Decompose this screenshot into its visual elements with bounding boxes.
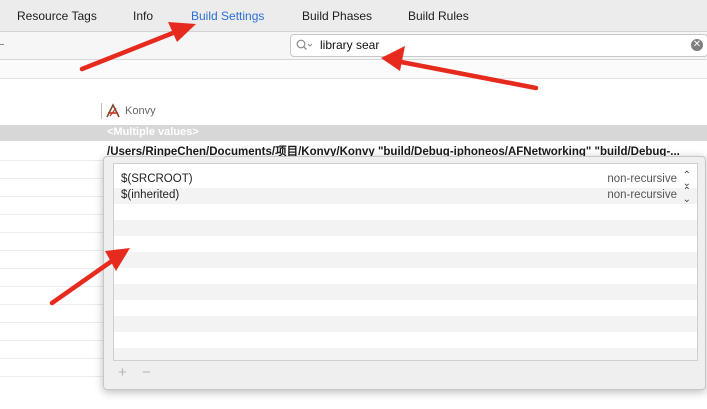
stepper-arrows-icon[interactable]: ⌃ ⌄: [683, 187, 691, 205]
table-row: [114, 220, 697, 236]
recursion-select[interactable]: non-recursive: [607, 189, 677, 201]
divider: [0, 178, 105, 179]
divider: [0, 304, 105, 305]
setting-summary-value: <Multiple values>: [107, 126, 199, 138]
divider: [0, 160, 105, 161]
recursion-select[interactable]: non-recursive: [607, 173, 677, 185]
table-row: [114, 204, 697, 220]
table-row: [114, 284, 697, 300]
table-row[interactable]: $(SRCROOT) non-recursive ⌃ ⌄: [114, 171, 697, 189]
divider: [0, 250, 105, 251]
table-row: [114, 348, 697, 360]
tab-build-phases[interactable]: Build Phases: [302, 9, 372, 23]
tab-build-rules[interactable]: Build Rules: [408, 9, 469, 23]
table-row[interactable]: $(inherited) non-recursive ⌃ ⌄: [114, 187, 697, 205]
divider: [0, 286, 105, 287]
table-row: [114, 268, 697, 284]
table-row: [114, 252, 697, 268]
clear-search-icon[interactable]: ✕: [691, 39, 703, 51]
divider: [0, 268, 105, 269]
divider: [101, 103, 102, 119]
tab-info[interactable]: Info: [133, 9, 153, 23]
target-name: Konvy: [125, 105, 156, 117]
table-row: [114, 236, 697, 252]
divider: [0, 232, 105, 233]
search-field[interactable]: library sear ✕: [290, 34, 707, 57]
tab-resource-tags[interactable]: Resource Tags: [17, 9, 97, 23]
path-value[interactable]: $(SRCROOT): [121, 173, 193, 185]
divider: [0, 44, 4, 45]
app-target-icon: [106, 103, 120, 118]
remove-button[interactable]: −: [142, 364, 151, 381]
search-paths-popover: $(SRCROOT) non-recursive ⌃ ⌄ $(inherited)…: [103, 156, 706, 390]
tab-bar: Resource Tags Info Build Settings Build …: [0, 0, 707, 32]
setting-row-summary[interactable]: <Multiple values>: [0, 125, 707, 141]
divider: [0, 358, 105, 359]
table-row: [114, 316, 697, 332]
tab-build-settings[interactable]: Build Settings: [191, 9, 264, 23]
table-row: [114, 300, 697, 316]
add-button[interactable]: +: [118, 364, 127, 381]
search-input[interactable]: library sear: [320, 38, 379, 52]
divider: [0, 322, 105, 323]
divider: [0, 376, 105, 377]
divider: [0, 196, 105, 197]
search-paths-table: $(SRCROOT) non-recursive ⌃ ⌄ $(inherited)…: [113, 163, 698, 361]
table-row: [114, 332, 697, 348]
search-icon: [296, 39, 313, 50]
path-value[interactable]: $(inherited): [121, 189, 179, 201]
divider: [0, 214, 105, 215]
divider: [0, 340, 105, 341]
column-header-strip: [0, 60, 707, 79]
